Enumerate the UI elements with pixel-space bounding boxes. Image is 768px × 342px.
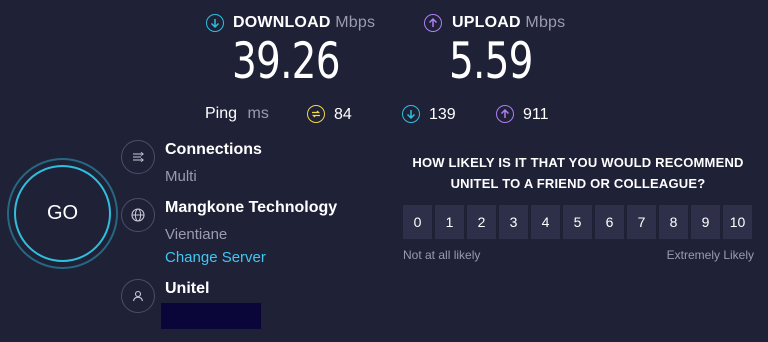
rating-option-2[interactable]: 2	[467, 205, 496, 239]
ping-upload-value: 911	[523, 106, 549, 123]
rating-option-3[interactable]: 3	[499, 205, 528, 239]
rating-option-9[interactable]: 9	[691, 205, 720, 239]
rating-option-10[interactable]: 10	[723, 205, 752, 239]
rating-option-0[interactable]: 0	[403, 205, 432, 239]
rating-option-4[interactable]: 4	[531, 205, 560, 239]
upload-speed-value: 5.59	[449, 32, 533, 90]
download-label: DOWNLOAD	[233, 14, 331, 31]
ping-title: Ping	[205, 105, 238, 122]
survey-question: HOW LIKELY IS IT THAT YOU WOULD RECOMMEN…	[400, 152, 756, 194]
ping-download-icon	[402, 105, 420, 123]
user-icon	[121, 279, 155, 313]
upload-header: UPLOAD Mbps	[452, 14, 565, 32]
connections-title: Connections	[165, 141, 262, 158]
connections-value: Multi	[165, 168, 197, 185]
rating-option-6[interactable]: 6	[595, 205, 624, 239]
scale-high-label: Extremely Likely	[666, 248, 754, 262]
download-unit: Mbps	[335, 14, 376, 31]
jitter-icon	[307, 105, 325, 123]
download-header: DOWNLOAD Mbps	[233, 14, 375, 32]
arrow-up-circle-icon	[424, 14, 442, 32]
survey-question-line2: UNITEL TO A FRIEND OR COLLEAGUE?	[450, 176, 706, 191]
server-location: Vientiane	[165, 226, 228, 243]
rating-option-1[interactable]: 1	[435, 205, 464, 239]
provider-name: Unitel	[165, 280, 210, 297]
change-server-link[interactable]: Change Server	[165, 249, 266, 266]
connections-icon[interactable]	[121, 140, 155, 174]
redacted-ip-box	[161, 303, 261, 329]
arrow-down-circle-icon	[206, 14, 224, 32]
server-name: Mangkone Technology	[165, 199, 338, 216]
ping-idle-value: 84	[334, 106, 352, 123]
ping-upload-icon	[496, 105, 514, 123]
ping-unit: ms	[247, 105, 269, 122]
scale-low-label: Not at all likely	[403, 248, 481, 262]
upload-unit: Mbps	[525, 14, 566, 31]
rating-option-7[interactable]: 7	[627, 205, 656, 239]
ping-download-value: 139	[429, 106, 456, 123]
go-button[interactable]: GO	[14, 165, 111, 262]
rating-option-5[interactable]: 5	[563, 205, 592, 239]
download-speed-value: 39.26	[232, 32, 341, 90]
rating-option-8[interactable]: 8	[659, 205, 688, 239]
survey-question-line1: HOW LIKELY IS IT THAT YOU WOULD RECOMMEN…	[412, 155, 744, 170]
globe-icon	[121, 198, 155, 232]
ping-label: Ping ms	[205, 105, 269, 123]
rating-scale: 0 1 2 3 4 5 6 7 8 9 10	[403, 205, 752, 239]
upload-label: UPLOAD	[452, 14, 521, 31]
